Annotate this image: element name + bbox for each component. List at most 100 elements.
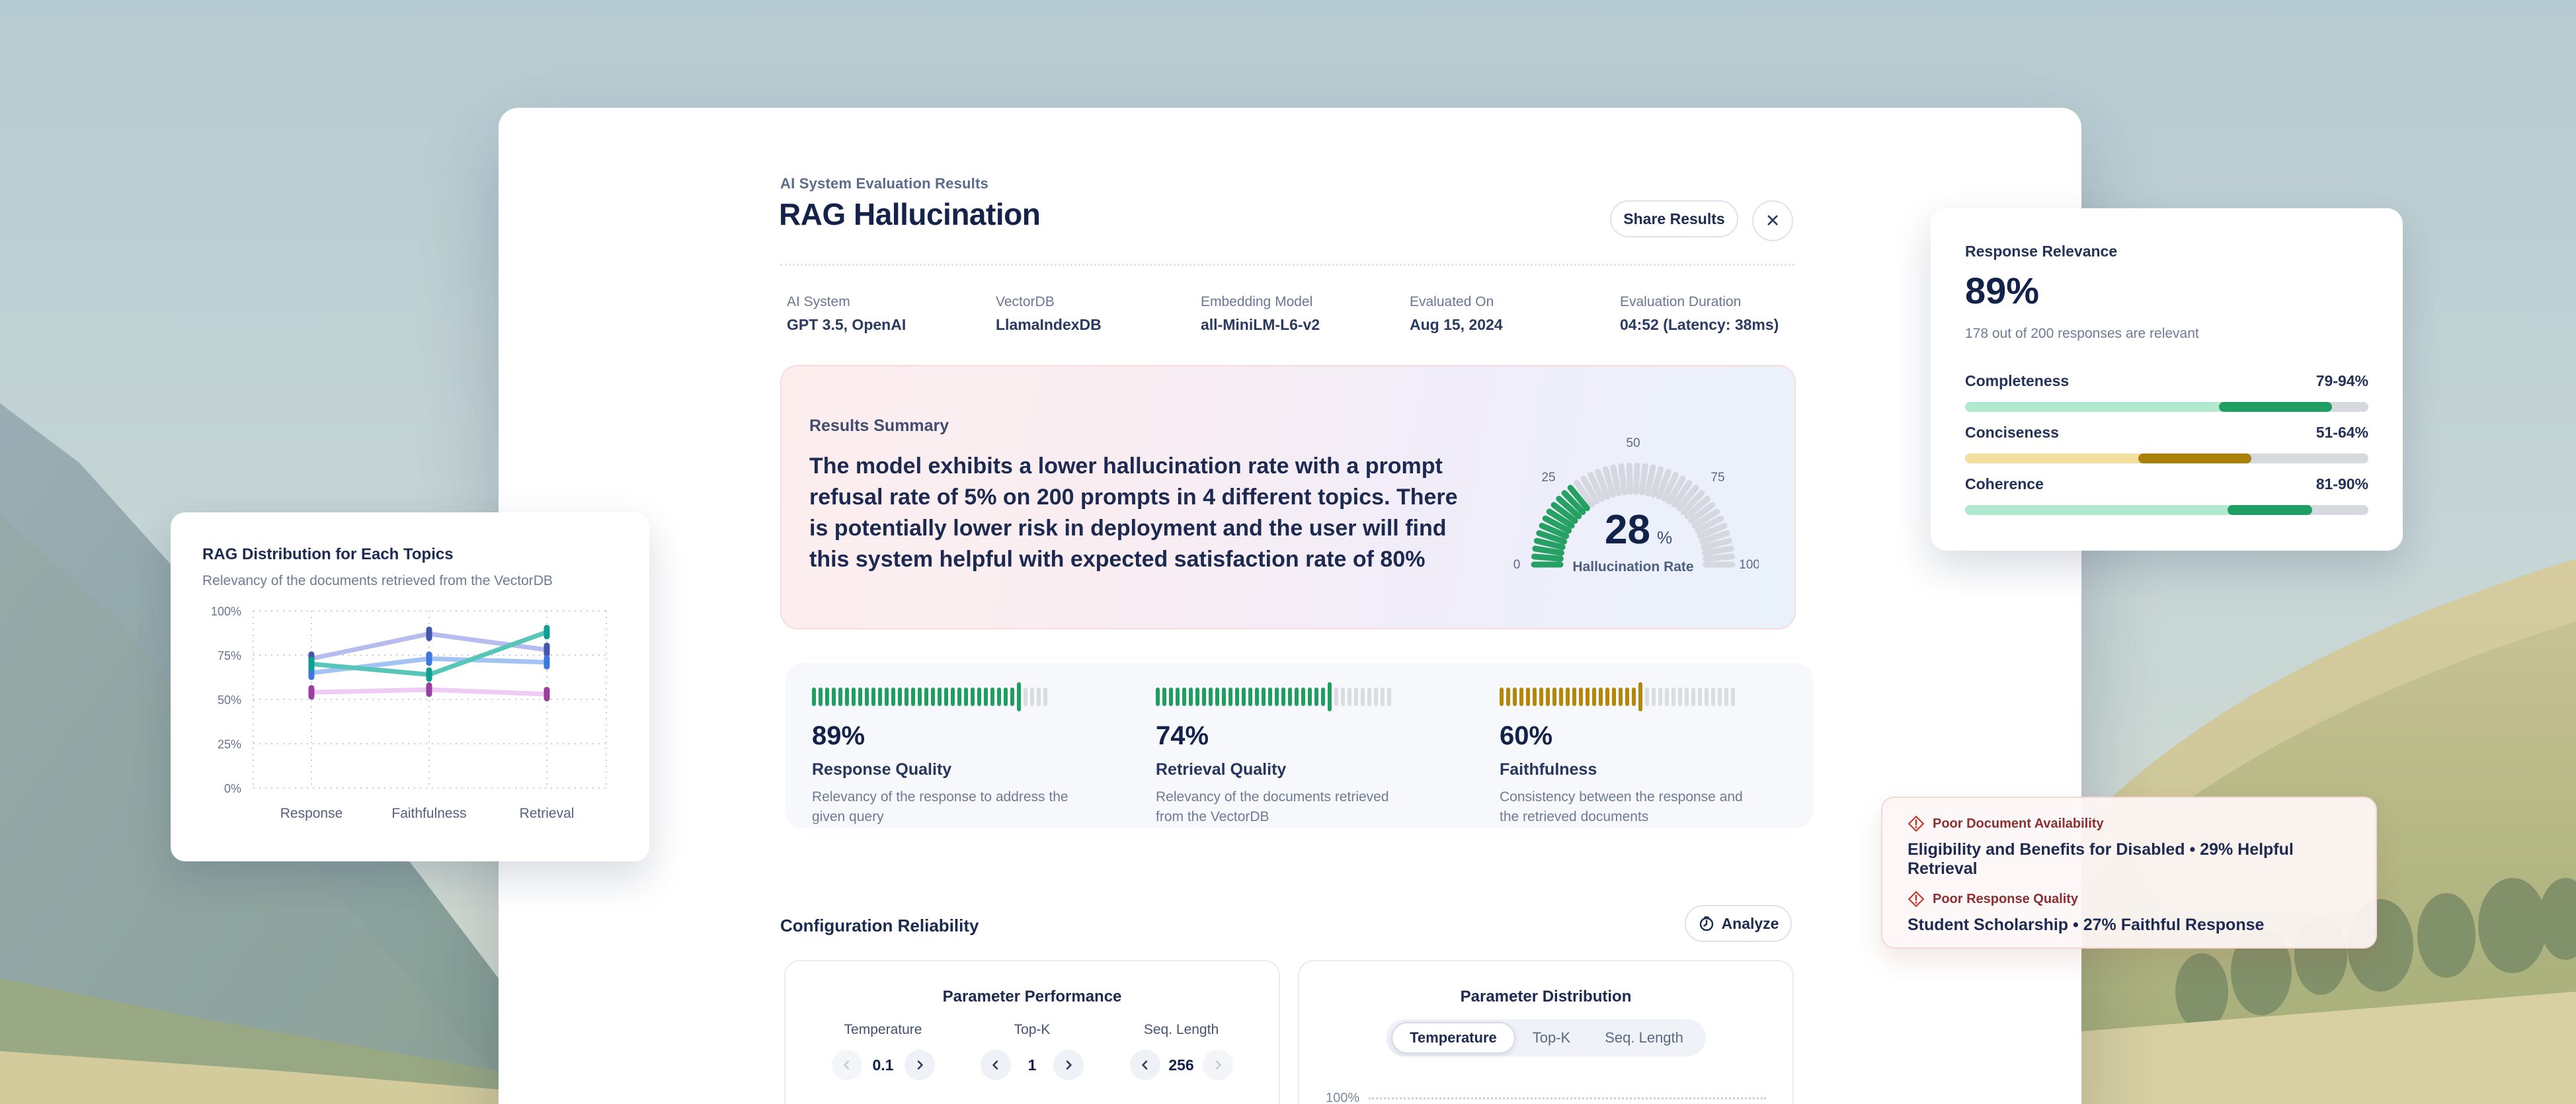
gauge-tick xyxy=(1535,549,1561,553)
tick xyxy=(1176,688,1180,706)
data-point-marker xyxy=(544,687,550,701)
y-tick-label: 75% xyxy=(218,649,241,662)
rag-distribution-card: RAG Distribution for Each Topics Relevan… xyxy=(171,512,649,861)
decrement-button[interactable] xyxy=(1130,1050,1160,1080)
gauge-tick xyxy=(1705,549,1731,553)
range-value: 81-90% xyxy=(2316,475,2368,493)
tick xyxy=(1605,688,1609,706)
tick xyxy=(1552,688,1556,706)
range-bar xyxy=(1965,505,2368,515)
data-point-marker xyxy=(544,625,550,639)
share-results-button[interactable]: Share Results xyxy=(1610,200,1738,237)
results-summary-panel: Results Summary The model exhibits a low… xyxy=(780,365,1796,629)
tick xyxy=(1255,688,1259,706)
meta-embedding-model: Embedding Model all-MiniLM-L6-v2 xyxy=(1201,294,1320,334)
relevance-row-coherence: Coherence81-90% xyxy=(1965,475,2368,515)
decrement-button[interactable] xyxy=(832,1050,862,1080)
response-relevance-card: Response Relevance 89% 178 out of 200 re… xyxy=(1931,208,2403,551)
segment-seq-length[interactable]: Seq. Length xyxy=(1588,1022,1701,1054)
tick xyxy=(1242,688,1246,706)
range-low-segment xyxy=(1965,453,2142,463)
tick xyxy=(1539,688,1543,706)
tick xyxy=(1308,688,1312,706)
decrement-button[interactable] xyxy=(981,1050,1011,1080)
gauge-tick-label: 100 xyxy=(1739,558,1759,572)
increment-button[interactable] xyxy=(905,1050,935,1080)
hallucination-gauge: 025507510028%Hallucination Rate xyxy=(1508,432,1759,594)
increment-button[interactable] xyxy=(1053,1050,1084,1080)
relevance-row-conciseness: Conciseness51-64% xyxy=(1965,424,2368,463)
tick xyxy=(1731,688,1735,706)
tick xyxy=(825,688,829,706)
tick xyxy=(1189,688,1193,706)
tick xyxy=(1711,688,1715,706)
tick xyxy=(1546,688,1550,706)
configuration-reliability-heading: Configuration Reliability xyxy=(780,916,979,936)
header-divider xyxy=(780,264,1794,266)
tick xyxy=(1586,688,1590,706)
tick xyxy=(997,688,1001,706)
tick xyxy=(918,688,922,706)
tick xyxy=(1638,682,1642,711)
page-title: RAG Hallucination xyxy=(779,196,1040,232)
tick xyxy=(885,688,889,706)
increment-button[interactable] xyxy=(1203,1050,1233,1080)
gauge-value: 28 xyxy=(1605,507,1650,553)
segment-top-k[interactable]: Top-K xyxy=(1515,1022,1588,1054)
tick xyxy=(1017,682,1021,711)
analyze-button[interactable]: Analyze xyxy=(1685,905,1792,942)
tick xyxy=(1691,688,1695,706)
range-segment xyxy=(2138,453,2251,463)
tickbar xyxy=(1156,682,1453,712)
tick xyxy=(1671,688,1675,706)
tick xyxy=(1268,688,1272,706)
segment-temperature[interactable]: Temperature xyxy=(1391,1022,1515,1054)
close-button[interactable]: ✕ xyxy=(1752,200,1793,241)
gauge-tick-label: 50 xyxy=(1626,436,1640,450)
x-category-label: Response xyxy=(280,806,343,821)
metric-response-quality: 89% Response Quality Relevancy of the re… xyxy=(812,682,1109,827)
y-tick-label: 100% xyxy=(211,605,241,618)
chevron-right-icon xyxy=(1212,1059,1224,1071)
relevance-value: 89% xyxy=(1965,269,2039,312)
tick xyxy=(1526,688,1530,706)
relevance-subtitle: 178 out of 200 responses are relevant xyxy=(1965,326,2199,342)
tick xyxy=(1275,688,1279,706)
tick xyxy=(1030,688,1034,706)
meta-evaluation-duration: Evaluation Duration 04:52 (Latency: 38ms… xyxy=(1620,294,1779,334)
tick xyxy=(838,688,842,706)
tick xyxy=(1500,688,1504,706)
summary-body: The model exhibits a lower hallucination… xyxy=(809,451,1477,575)
tick xyxy=(1341,688,1345,706)
tick xyxy=(1321,688,1325,706)
gauge-tick-label: 0 xyxy=(1513,558,1521,572)
tick xyxy=(898,688,902,706)
tick xyxy=(1288,688,1292,706)
range-value: 51-64% xyxy=(2316,424,2368,442)
tick xyxy=(1262,688,1266,706)
tick xyxy=(1506,688,1510,706)
tick xyxy=(1281,688,1285,706)
range-segment xyxy=(2228,505,2312,515)
data-point-marker xyxy=(544,655,550,670)
tick xyxy=(1658,688,1662,706)
gauge-tick xyxy=(1642,466,1645,493)
tick xyxy=(1162,688,1166,706)
tick xyxy=(1367,688,1371,706)
parameter-distribution-card: Parameter Distribution Temperature Top-K… xyxy=(1298,960,1794,1104)
range-bar xyxy=(1965,402,2368,412)
stepper-seq-length: Seq. Length 256 xyxy=(1130,1022,1233,1080)
tick xyxy=(1169,688,1173,706)
tick xyxy=(1387,688,1391,706)
data-point-marker xyxy=(309,656,315,671)
tick xyxy=(944,688,948,706)
tick xyxy=(1533,688,1537,706)
tick xyxy=(1381,688,1385,706)
tick xyxy=(865,688,869,706)
range-value: 79-94% xyxy=(2316,372,2368,390)
tick xyxy=(1678,688,1682,706)
gauge-unit: % xyxy=(1657,528,1672,547)
tick xyxy=(1361,688,1365,706)
parameter-segmented-control: Temperature Top-K Seq. Length xyxy=(1386,1019,1706,1056)
tick xyxy=(819,688,823,706)
